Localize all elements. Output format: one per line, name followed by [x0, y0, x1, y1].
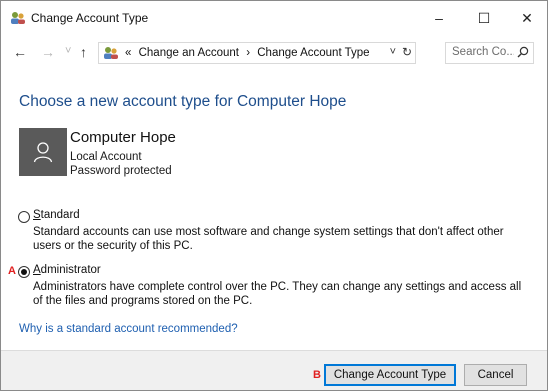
- address-bar[interactable]: « Change an Account › Change Account Typ…: [98, 42, 416, 64]
- user-icon: [33, 142, 53, 163]
- recent-locations-icon[interactable]: ˅: [65, 45, 71, 57]
- close-button[interactable]: ✕: [509, 1, 545, 35]
- breadcrumb-change-account-type[interactable]: Change Account Type: [257, 47, 369, 59]
- search-icon[interactable]: [517, 46, 529, 58]
- standard-option-description: Standard accounts can use most software …: [33, 226, 504, 252]
- avatar: [19, 128, 67, 176]
- chevron-down-icon[interactable]: ˅: [390, 46, 396, 58]
- administrator-option-description: Administrators have complete control ove…: [33, 281, 522, 307]
- change-account-type-window: Change Account Type – ☐ ✕ ← → ˅ ↑ « Chan…: [0, 0, 548, 391]
- page-title: Choose a new account type for Computer H…: [19, 93, 347, 110]
- up-arrow-icon[interactable]: ↑: [80, 44, 87, 60]
- radio-selected-dot: [21, 269, 27, 275]
- cancel-button[interactable]: Cancel: [464, 364, 527, 386]
- breadcrumb: « Change an Account › Change Account Typ…: [125, 47, 374, 59]
- administrator-radio[interactable]: [18, 266, 30, 278]
- maximize-icon: ☐: [477, 9, 491, 26]
- account-name: Computer Hope: [70, 129, 176, 146]
- button-bar: B Change Account Type Cancel: [1, 350, 547, 390]
- navigation-bar: ← → ˅ ↑ « Change an Account › Change Acc…: [1, 35, 547, 69]
- standard-radio[interactable]: [18, 211, 30, 223]
- maximize-button[interactable]: ☐: [466, 1, 502, 35]
- close-icon: ✕: [521, 9, 533, 26]
- search-input[interactable]: [452, 46, 514, 58]
- user-accounts-icon: [11, 12, 25, 24]
- standard-account-help-link[interactable]: Why is a standard account recommended?: [19, 323, 238, 335]
- breadcrumb-change-an-account[interactable]: Change an Account: [139, 47, 239, 59]
- annotation-marker-a: A: [8, 265, 16, 277]
- search-box[interactable]: [445, 42, 534, 64]
- minimize-button[interactable]: –: [421, 1, 457, 35]
- forward-arrow-icon[interactable]: →: [41, 44, 55, 60]
- account-type-label: Local Account: [70, 151, 142, 163]
- account-password-status: Password protected: [70, 165, 172, 177]
- annotation-marker-b: B: [313, 369, 321, 381]
- change-account-type-button[interactable]: Change Account Type: [324, 364, 456, 386]
- standard-option-label[interactable]: Standard: [33, 209, 80, 221]
- user-accounts-icon: [104, 47, 118, 59]
- window-title: Change Account Type: [31, 11, 149, 25]
- breadcrumb-separator-icon[interactable]: ›: [246, 47, 250, 59]
- title-bar[interactable]: Change Account Type – ☐ ✕: [1, 1, 547, 35]
- breadcrumb-overflow-icon[interactable]: «: [125, 47, 131, 59]
- refresh-icon[interactable]: ↻: [402, 45, 412, 59]
- back-arrow-icon[interactable]: ←: [13, 44, 27, 60]
- administrator-option-label[interactable]: Administrator: [33, 264, 101, 276]
- minimize-icon: –: [435, 10, 443, 26]
